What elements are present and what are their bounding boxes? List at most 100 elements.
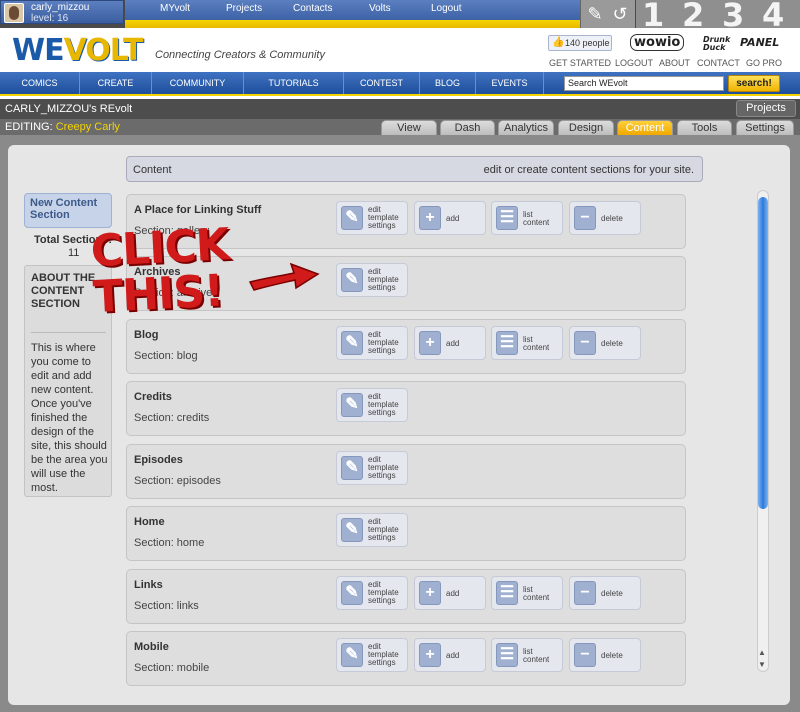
red-arrow-icon <box>248 262 320 291</box>
section-row: Credits Section: credits ✎ edit template sett… <box>126 381 686 436</box>
list-content-button[interactable]: ☰ list content <box>491 576 563 610</box>
add-content-button[interactable]: + add <box>414 638 486 672</box>
facebook-like-button[interactable]: 👍 140 people <box>548 35 612 51</box>
section-type: Section: blog <box>134 350 198 362</box>
edit-template-settings-button[interactable]: ✎ edit template settings <box>336 326 408 360</box>
panel-logo[interactable]: PANEL <box>740 36 779 49</box>
logout-link[interactable]: LOGOUT <box>615 58 653 68</box>
section-name: Episodes <box>134 454 183 466</box>
nav-blog[interactable]: BLOG <box>420 72 476 94</box>
action-label: content <box>523 343 550 352</box>
action-label: settings <box>368 408 396 417</box>
get-started-link[interactable]: GET STARTED <box>549 58 611 68</box>
add-content-button[interactable]: + add <box>414 576 486 610</box>
pencil-icon: ✎ <box>341 206 363 230</box>
topnav-logout[interactable]: Logout <box>431 3 462 14</box>
new-content-section-button[interactable]: New Content Section <box>24 193 112 228</box>
nav-comics[interactable]: COMICS <box>0 72 80 94</box>
list-content-button[interactable]: ☰ list content <box>491 201 563 235</box>
edit-template-settings-button[interactable]: ✎ edit template settings <box>336 513 408 547</box>
pencil-icon[interactable]: ✎ <box>584 3 606 25</box>
topnav-myvolt[interactable]: MYvolt <box>160 3 190 14</box>
nav-contest[interactable]: CONTEST <box>344 72 420 94</box>
tab-settings[interactable]: Settings <box>736 120 794 135</box>
list-content-button[interactable]: ☰ list content <box>491 326 563 360</box>
user-box[interactable]: carly_mizzou level: 16 <box>0 0 124 24</box>
projects-button[interactable]: Projects <box>736 100 796 117</box>
plus-icon: + <box>419 331 441 355</box>
logo-volt: VOLT <box>63 33 144 68</box>
editing-project-name[interactable]: Creepy Carly <box>56 121 120 133</box>
username: carly_mizzou <box>31 2 90 13</box>
go-pro-link[interactable]: GO PRO <box>746 58 782 68</box>
annotation-line-2: THIS! <box>91 265 225 324</box>
step-3[interactable]: 3 <box>722 0 744 34</box>
scroll-down-arrow-icon[interactable]: ▼ <box>758 660 766 669</box>
step-numbers: 1 2 3 4 <box>636 0 800 34</box>
edit-template-settings-button[interactable]: ✎ edit template settings <box>336 388 408 422</box>
wevolt-logo[interactable]: WEVOLT <box>12 33 144 68</box>
section-name: Home <box>134 516 165 528</box>
scrollbar-thumb[interactable] <box>758 197 768 509</box>
delete-section-button[interactable]: − delete <box>569 326 641 360</box>
avatar[interactable] <box>4 3 24 23</box>
edit-template-settings-button[interactable]: ✎ edit template settings <box>336 451 408 485</box>
contact-link[interactable]: CONTACT <box>697 58 740 68</box>
list-icon: ☰ <box>496 643 518 667</box>
tab-content[interactable]: Content <box>617 120 673 135</box>
step-4[interactable]: 4 <box>762 0 784 34</box>
nav-community[interactable]: COMMUNITY <box>152 72 244 94</box>
topnav-projects[interactable]: Projects <box>226 3 262 14</box>
action-label: settings <box>368 658 396 667</box>
nav-events[interactable]: EVENTS <box>476 72 544 94</box>
quick-tools: ✎ ↺ <box>580 0 635 28</box>
edit-template-settings-button[interactable]: ✎ edit template settings <box>336 201 408 235</box>
section-type: Section: home <box>134 537 205 549</box>
page-title: CARLY_MIZZOU's REvolt <box>5 103 133 115</box>
tab-view[interactable]: View <box>381 120 437 135</box>
top-nav: MYvolt Projects Contacts Volts Logout <box>125 0 580 20</box>
tab-tools[interactable]: Tools <box>677 120 732 135</box>
add-content-button[interactable]: + add <box>414 201 486 235</box>
action-label: content <box>523 655 550 664</box>
scroll-up-arrow-icon[interactable]: ▲ <box>758 648 766 657</box>
action-label: content <box>523 593 550 602</box>
delete-section-button[interactable]: − delete <box>569 576 641 610</box>
action-label: add <box>446 651 460 660</box>
section-name: Mobile <box>134 641 169 653</box>
list-icon: ☰ <box>496 331 518 355</box>
tab-dash[interactable]: Dash <box>440 120 495 135</box>
plus-icon: + <box>419 581 441 605</box>
search-button[interactable]: search! <box>728 75 780 92</box>
pencil-icon: ✎ <box>341 331 363 355</box>
edit-template-settings-button[interactable]: ✎ edit template settings <box>336 576 408 610</box>
topnav-volts[interactable]: Volts <box>369 3 391 14</box>
delete-section-button[interactable]: − delete <box>569 638 641 672</box>
tab-design[interactable]: Design <box>558 120 614 135</box>
step-2[interactable]: 2 <box>682 0 704 34</box>
section-name: A Place for Linking Stuff <box>134 204 262 216</box>
search-input[interactable]: Search WEvolt <box>564 76 724 91</box>
action-label: settings <box>368 471 396 480</box>
nav-tutorials[interactable]: TUTORIALS <box>244 72 344 94</box>
tab-analytics[interactable]: Analytics <box>498 120 554 135</box>
pencil-icon: ✎ <box>341 268 363 292</box>
delete-section-button[interactable]: − delete <box>569 201 641 235</box>
about-link[interactable]: ABOUT <box>659 58 690 68</box>
list-content-button[interactable]: ☰ list content <box>491 638 563 672</box>
action-label: settings <box>368 221 396 230</box>
nav-create[interactable]: CREATE <box>80 72 152 94</box>
drunk-duck-logo[interactable]: Drunk Duck <box>703 36 733 52</box>
edit-template-settings-button[interactable]: ✎ edit template settings <box>336 638 408 672</box>
wowio-logo[interactable]: wowio <box>630 34 685 51</box>
edit-template-settings-button[interactable]: ✎ edit template settings <box>336 263 408 297</box>
divider <box>31 332 106 333</box>
action-label: add <box>446 339 460 348</box>
step-1[interactable]: 1 <box>642 0 664 34</box>
topnav-contacts[interactable]: Contacts <box>293 3 332 14</box>
add-content-button[interactable]: + add <box>414 326 486 360</box>
history-icon[interactable]: ↺ <box>609 3 631 25</box>
action-label: settings <box>368 346 396 355</box>
plus-icon: + <box>419 643 441 667</box>
content-header: Content edit or create content sections … <box>126 156 703 182</box>
